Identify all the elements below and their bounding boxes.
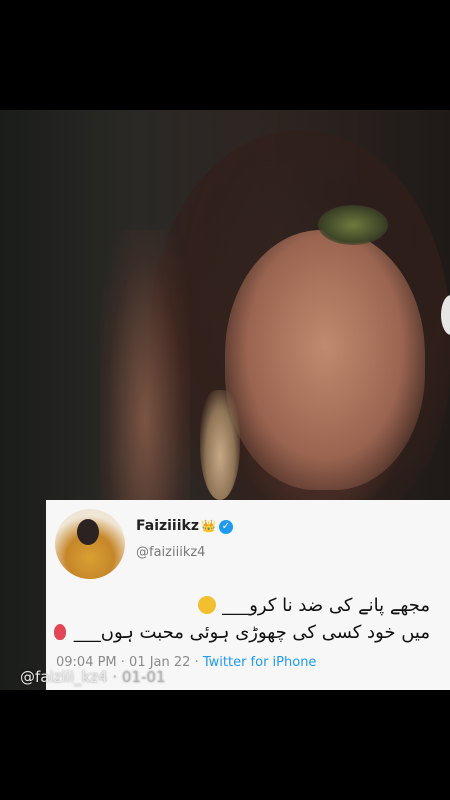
display-name[interactable]: Faiziiikz 👑 ✓ [136,518,233,534]
earring-shape [200,390,240,500]
crown-emoji-icon: 👑 [201,519,216,533]
user-handle[interactable]: @faiziiikz4 [136,545,205,560]
tweet-text-line-2: میں خود کسی کی چھوڑی ہوئی محبت ہوں___ [53,622,430,643]
balloon-emoji-icon [53,624,66,640]
watermark-date: · 01-01 [107,668,166,686]
tweet-text-line-1: مجھے پانے کی ضد نا کرو___ [198,595,430,616]
tweet-text-line-2-text: میں خود کسی کی چھوڑی ہوئی محبت ہوں___ [73,622,430,643]
avatar[interactable] [55,509,125,579]
watermark-handle: @faiziii_kz4 [20,668,108,686]
tweet-card[interactable]: Faiziiikz 👑 ✓ @faiziiikz4 مجھے پانے کی ضد … [46,500,450,690]
tweet-text-line-1-text: مجھے پانے کی ضد نا کرو___ [222,595,430,616]
neutral-face-emoji-icon [198,596,217,614]
tweet-source-app[interactable]: Twitter for iPhone [203,655,317,670]
head-jewel-shape [318,205,388,245]
face-shape [225,230,425,490]
verified-badge-icon: ✓ [218,520,233,534]
watermark: @faiziii_kz4 · 01-01 [20,668,166,686]
display-name-text: Faiziiikz [136,518,199,534]
avatar-head-shape [77,519,99,545]
